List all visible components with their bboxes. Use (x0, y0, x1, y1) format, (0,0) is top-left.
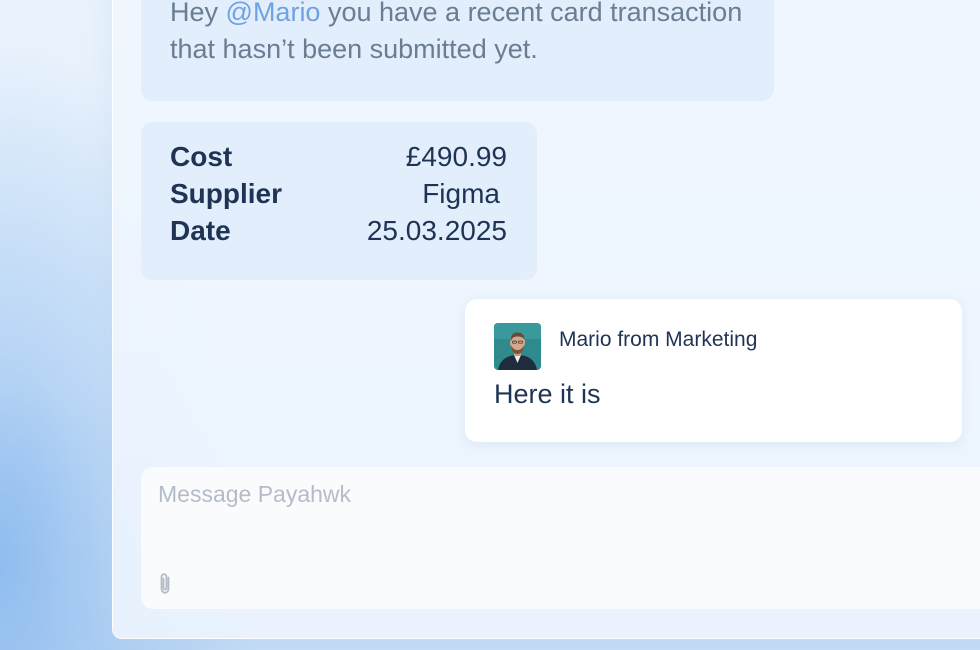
date-value: 25.03.2025 (366, 215, 507, 246)
user-message-card (465, 299, 962, 442)
avatar (494, 323, 541, 370)
greeting: Hey (170, 0, 219, 27)
cost-row: Cost £490.99 (170, 138, 507, 175)
date-label: Date (170, 215, 231, 246)
message-input[interactable] (158, 476, 938, 512)
cost-value: £490.99 (405, 141, 507, 172)
user-message-text: Here it is (494, 379, 601, 409)
paperclip-icon[interactable] (154, 571, 176, 597)
supplier-row: Supplier Figma (170, 175, 507, 212)
supplier-value: Figma (422, 178, 500, 209)
cost-label: Cost (170, 141, 233, 172)
date-row: Date 25.03.2025 (170, 212, 507, 249)
sender-name: Mario from Marketing (559, 328, 758, 351)
bot-message-text: Hey @Mario you have a recent card transa… (170, 0, 760, 68)
supplier-label: Supplier (170, 178, 283, 209)
user-mention[interactable]: @Mario (226, 0, 321, 27)
